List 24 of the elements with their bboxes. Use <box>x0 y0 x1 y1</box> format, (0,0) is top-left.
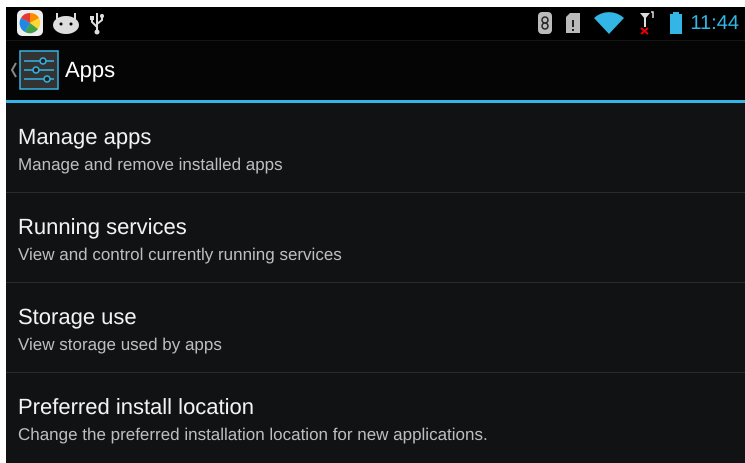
clock-time: 11:44 <box>690 12 739 35</box>
battery-icon <box>670 12 682 34</box>
sd-card-icon <box>566 13 580 34</box>
wifi-icon <box>594 12 624 34</box>
settings-list-item[interactable]: Preferred install location Change the preferred installation location for new applications. <box>6 373 745 463</box>
settings-list-item[interactable]: Storage use View storage used by apps <box>6 283 745 373</box>
screen-title: Apps <box>65 57 116 84</box>
android-icon <box>52 12 80 34</box>
no-signal-icon <box>638 11 656 36</box>
settings-list-item[interactable]: Running services View and control currently running services <box>6 193 745 283</box>
back-caret-icon <box>11 62 17 78</box>
item-title: Manage apps <box>18 123 152 151</box>
item-summary: View and control currently running services <box>18 244 343 266</box>
item-title: Preferred install location <box>18 393 256 421</box>
settings-list-item[interactable]: Manage apps Manage and remove installed apps <box>6 103 745 193</box>
item-summary: View storage used by apps <box>18 334 223 356</box>
item-summary: Manage and remove installed apps <box>18 154 284 176</box>
item-title: Storage use <box>18 303 138 331</box>
vibrate-icon <box>538 12 552 34</box>
app-icon <box>17 10 43 36</box>
item-summary: Change the preferred installation location for new applications. <box>18 424 489 446</box>
item-title: Running services <box>18 213 188 241</box>
usb-icon <box>89 11 105 36</box>
settings-sliders-icon <box>19 50 59 90</box>
